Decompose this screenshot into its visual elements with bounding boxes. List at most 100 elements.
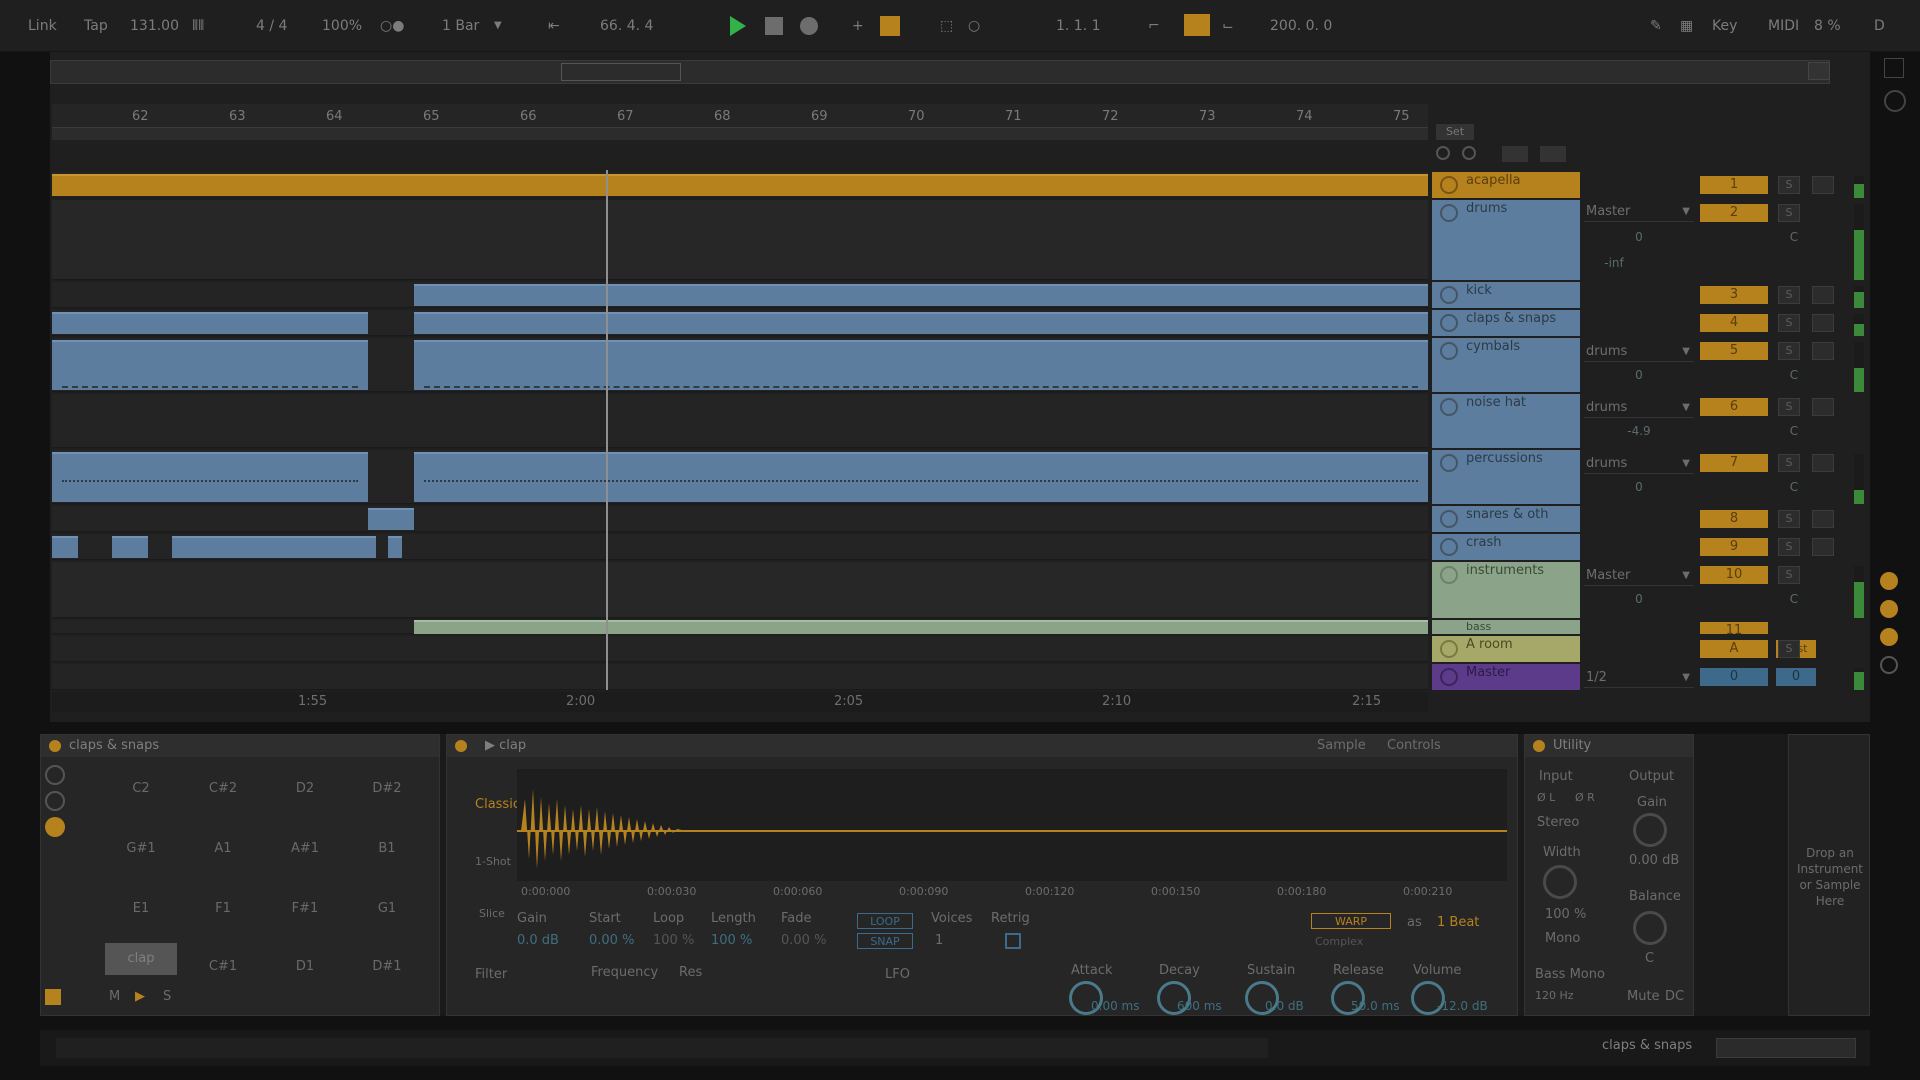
loop-length-field[interactable]: 200. 0. 0 — [1270, 16, 1332, 36]
lane-a-room[interactable] — [52, 636, 1428, 662]
output-dropdown[interactable]: drums ▼ — [1584, 454, 1694, 474]
drum-pad[interactable]: D1 — [269, 943, 341, 991]
beat-length-field[interactable]: 1 Beat — [1437, 915, 1479, 930]
midi-map-button[interactable]: MIDI — [1768, 16, 1799, 36]
lane-percussions[interactable] — [52, 450, 1428, 504]
lane-master[interactable] — [52, 664, 1428, 690]
time-signature-field[interactable]: 4 / 4 — [256, 16, 287, 36]
drum-pad[interactable]: D#2 — [351, 765, 423, 813]
drum-pad[interactable]: F1 — [187, 885, 259, 933]
midi-clip[interactable] — [414, 620, 1428, 634]
track-activator[interactable]: 4 — [1700, 314, 1768, 332]
midi-clip[interactable] — [388, 536, 402, 558]
arrangement-overview[interactable] — [50, 60, 1830, 84]
overdub-icon[interactable]: + — [852, 16, 864, 36]
device-power-icon[interactable] — [49, 740, 61, 752]
track-header-percussions[interactable]: percussions — [1432, 450, 1580, 504]
drum-pad[interactable]: D2 — [269, 765, 341, 813]
track-activator[interactable]: 9 — [1700, 538, 1768, 556]
solo-button[interactable]: S — [1778, 342, 1800, 360]
lane-snares[interactable] — [52, 506, 1428, 532]
play-preview-icon[interactable]: ▶ — [485, 738, 495, 753]
track-header-acapella[interactable]: acapella — [1432, 172, 1580, 198]
midi-clip[interactable] — [414, 452, 1428, 502]
song-position-field[interactable]: 66. 4. 4 — [600, 16, 653, 36]
lane-bass[interactable] — [52, 620, 1428, 634]
link-button[interactable]: Link — [28, 16, 57, 36]
tab-controls[interactable]: Controls — [1387, 738, 1441, 753]
overview-zoom-button[interactable] — [1808, 62, 1830, 80]
playhead[interactable] — [606, 170, 608, 690]
arm-button[interactable] — [1812, 538, 1834, 556]
punch-out-icon[interactable]: ⌙ — [1222, 16, 1234, 36]
mute-toggle[interactable]: Mute — [1627, 989, 1660, 1004]
loop-toggle[interactable]: LOOP — [857, 913, 913, 929]
fold-icon[interactable] — [1440, 314, 1458, 332]
track-options-button[interactable] — [1502, 146, 1528, 162]
drum-pad[interactable]: G#1 — [105, 825, 177, 873]
solo-all-icon[interactable] — [1462, 146, 1476, 160]
lane-noise-hat[interactable] — [52, 394, 1428, 448]
track-header-a-room[interactable]: A room — [1432, 636, 1580, 662]
balance-knob[interactable] — [1633, 911, 1667, 945]
selected-track-mini-view[interactable] — [1716, 1038, 1856, 1058]
time-ruler[interactable]: 1:55 2:00 2:05 2:10 2:15 — [52, 692, 1428, 712]
output-dropdown[interactable]: Master ▼ — [1584, 202, 1694, 222]
midi-clip[interactable] — [52, 312, 368, 334]
drum-pad[interactable]: A1 — [187, 825, 259, 873]
bass-mono-freq[interactable]: 120 Hz — [1535, 989, 1574, 1002]
arm-all-icon[interactable] — [1436, 146, 1450, 160]
lane-claps-snaps[interactable] — [52, 310, 1428, 336]
track-pan[interactable]: C — [1774, 424, 1814, 442]
key-map-button[interactable]: Key — [1712, 16, 1737, 36]
arm-button[interactable] — [1812, 398, 1834, 416]
drum-pad[interactable]: C2 — [105, 765, 177, 813]
solo-button[interactable]: S — [1778, 286, 1800, 304]
track-volume[interactable]: 0 — [1584, 592, 1694, 610]
midi-clip[interactable] — [414, 340, 1428, 390]
drum-pad[interactable]: F#1 — [269, 885, 341, 933]
follow-icon[interactable]: ⇤ — [548, 16, 560, 36]
solo-button[interactable]: S — [1778, 454, 1800, 472]
audio-clip[interactable] — [52, 174, 1428, 196]
rack-pad-view-icon[interactable] — [45, 817, 65, 837]
quantize-dropdown[interactable]: 1 Bar — [442, 16, 479, 36]
fold-icon[interactable] — [1440, 538, 1458, 556]
mono-toggle[interactable]: Mono — [1545, 931, 1580, 946]
track-activator[interactable]: 8 — [1700, 510, 1768, 528]
cue-indicator-icon[interactable] — [1880, 600, 1898, 618]
fold-icon[interactable] — [1440, 176, 1458, 194]
draw-mode-icon[interactable]: ✎ — [1650, 16, 1662, 36]
fade-value[interactable]: 0.00 % — [781, 933, 826, 948]
view-toggle-icon[interactable] — [1884, 90, 1906, 112]
cue-indicator-icon[interactable] — [1880, 656, 1898, 674]
track-pan[interactable]: C — [1774, 230, 1814, 248]
track-header-drums[interactable]: drums — [1432, 200, 1580, 280]
pad-mute-button[interactable]: M — [109, 989, 120, 1004]
overview-viewport[interactable] — [561, 63, 681, 81]
fold-icon[interactable] — [1440, 668, 1458, 686]
midi-clip[interactable] — [52, 536, 78, 558]
lane-crash[interactable] — [52, 534, 1428, 560]
retrig-checkbox[interactable] — [1005, 933, 1021, 949]
rack-macro-icon[interactable] — [45, 765, 65, 785]
metronome-icon[interactable]: ○● — [380, 16, 404, 36]
track-volume[interactable]: 0 — [1584, 480, 1694, 498]
rack-chain-icon[interactable] — [45, 791, 65, 811]
fold-icon[interactable] — [1440, 398, 1458, 416]
length-value[interactable]: 100 % — [711, 933, 752, 948]
track-volume[interactable]: 0 — [1584, 230, 1694, 248]
track-activator[interactable]: 7 — [1700, 454, 1768, 472]
fold-icon[interactable] — [1440, 566, 1458, 584]
midi-clip[interactable] — [52, 452, 368, 502]
gain-knob[interactable] — [1633, 813, 1667, 847]
tempo-field[interactable]: 131.00 — [130, 16, 179, 36]
solo-button[interactable]: S — [1778, 176, 1800, 194]
track-header-claps-snaps[interactable]: claps & snaps — [1432, 310, 1580, 336]
mode-classic[interactable]: Classic — [475, 797, 520, 812]
track-activator[interactable]: 5 — [1700, 342, 1768, 360]
loop-start-field[interactable]: 1. 1. 1 — [1056, 16, 1101, 36]
lane-kick[interactable] — [52, 282, 1428, 308]
midi-clip[interactable] — [172, 536, 376, 558]
solo-button[interactable]: S — [1778, 510, 1800, 528]
